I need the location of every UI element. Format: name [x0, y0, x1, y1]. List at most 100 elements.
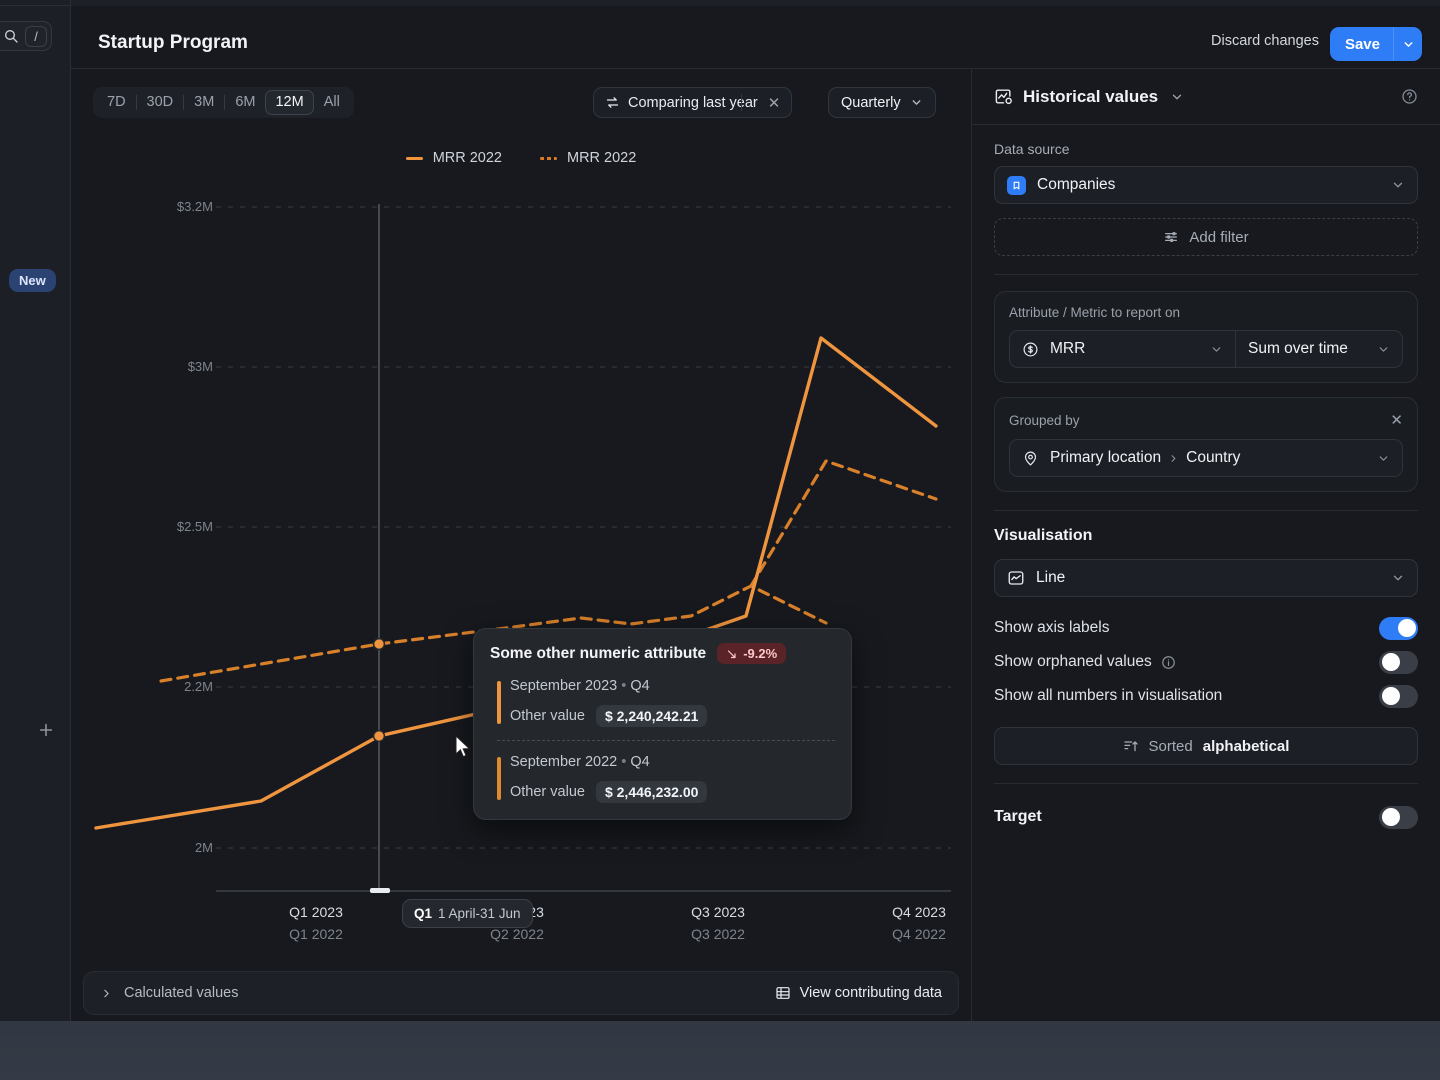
legend-solid-swatch — [406, 157, 423, 160]
calculated-values-bar: Calculated values View contributing data — [83, 971, 959, 1015]
save-button[interactable]: Save — [1330, 27, 1393, 61]
tooltip-value-label: Other value — [510, 708, 585, 724]
toggle-row-axis-labels: Show axis labels — [994, 611, 1418, 645]
mouse-cursor — [455, 735, 472, 759]
attribute-select[interactable]: MRR — [1009, 330, 1235, 368]
tooltip-date-current: September 2023 • Q4 — [510, 678, 835, 694]
toggle-axis-labels[interactable] — [1379, 617, 1418, 640]
remove-grouping-icon[interactable]: ✕ — [1390, 411, 1403, 429]
search-input[interactable]: / — [0, 21, 52, 51]
hovered-range: 1 April-31 Jun — [438, 906, 521, 921]
chevron-down-icon — [910, 96, 923, 109]
comparing-label: Comparing last year — [628, 95, 758, 111]
y-axis-label-1: $3M — [143, 359, 213, 374]
close-icon[interactable]: ✕ — [768, 94, 781, 112]
tooltip-title: Some other numeric attribute — [490, 645, 706, 663]
data-source-value: Companies — [1037, 176, 1115, 194]
compare-arrows-icon — [605, 95, 620, 110]
chevron-down-icon[interactable] — [1170, 90, 1184, 104]
add-icon[interactable] — [38, 722, 54, 738]
tooltip-period-text: Q4 — [630, 678, 649, 694]
save-options-button[interactable] — [1393, 27, 1422, 61]
x-axis-year-current: Q3 2023 — [643, 904, 793, 920]
data-source-label: Data source — [994, 141, 1418, 157]
granularity-select[interactable]: Quarterly — [828, 87, 936, 118]
grouped-by-value: Primary location — [1050, 449, 1161, 467]
panel-header: Historical values — [972, 69, 1440, 125]
legend-label-solid: MRR 2022 — [433, 150, 502, 166]
hovered-quarter: Q1 — [414, 906, 432, 921]
range-option-30d[interactable]: 30D — [137, 90, 184, 115]
tooltip-header: Some other numeric attribute -9.2% — [490, 643, 835, 664]
y-axis-label-3: 2.2M — [143, 679, 213, 694]
toggle-label-all-numbers: Show all numbers in visualisation — [994, 687, 1222, 705]
window-header: Startup Program Discard changes Save — [71, 6, 1440, 69]
toggle-knob — [1382, 808, 1400, 826]
view-contributing-data-button[interactable]: View contributing data — [775, 985, 942, 1001]
range-option-12m[interactable]: 12M — [265, 90, 313, 115]
divider — [994, 510, 1418, 511]
hovered-period-badge: Q1 1 April-31 Jun — [402, 899, 533, 928]
tooltip-value-line: Other value $ 2,446,232.00 — [510, 781, 835, 803]
chevron-down-icon — [1391, 178, 1405, 192]
x-axis-year-compare: Q1 2022 — [241, 926, 391, 942]
attribute-metric-row: MRR Sum over time — [1009, 330, 1403, 368]
tooltip-value: $ 2,446,232.00 — [596, 781, 707, 803]
attribute-metric-card: Attribute / Metric to report on MRR Sum … — [994, 291, 1418, 383]
toggle-orphaned-values[interactable] — [1379, 651, 1418, 674]
grouped-by-select[interactable]: Primary location Country — [1009, 439, 1403, 477]
location-pin-icon — [1022, 450, 1039, 467]
separator-dot: • — [621, 678, 626, 694]
add-filter-label: Add filter — [1189, 229, 1248, 246]
toggle-knob — [1398, 619, 1416, 637]
tooltip-delta-badge: -9.2% — [717, 643, 786, 664]
y-axis-label-0: $3.2M — [143, 199, 213, 214]
x-axis-year-compare: Q2 2022 — [442, 926, 592, 942]
tooltip-row-compare: September 2022 • Q4 Other value $ 2,446,… — [490, 754, 835, 803]
app-root: / New Startup Program Discard changes Sa… — [0, 0, 1440, 1080]
info-icon[interactable] — [1161, 655, 1176, 670]
tooltip-value-label: Other value — [510, 784, 585, 800]
aggregation-select[interactable]: Sum over time — [1235, 330, 1403, 368]
target-row: Target — [994, 800, 1418, 834]
toggle-all-numbers[interactable] — [1379, 685, 1418, 708]
range-option-7d[interactable]: 7D — [97, 90, 136, 115]
chart-area[interactable]: $3.2M $3M $2.5M 2.2M 2M Q1 2023 Q1 2022 … — [71, 186, 971, 956]
range-option-3m[interactable]: 3M — [184, 90, 224, 115]
legend-item-dashed[interactable]: MRR 2022 — [540, 150, 636, 166]
chevron-down-icon — [1210, 343, 1223, 356]
sort-button[interactable]: Sorted alphabetical — [994, 727, 1418, 765]
x-axis-label-q3: Q3 2023 Q3 2022 — [643, 904, 793, 942]
legend-label-dashed: MRR 2022 — [567, 150, 636, 166]
line-chart-icon — [1007, 569, 1025, 587]
visualisation-value: Line — [1036, 569, 1065, 587]
range-option-all[interactable]: All — [314, 90, 350, 115]
calculated-values-label: Calculated values — [124, 985, 238, 1001]
visualisation-title: Visualisation — [994, 527, 1418, 545]
discard-changes-button[interactable]: Discard changes — [1211, 33, 1319, 49]
chart-legend: MRR 2022 MRR 2022 — [71, 150, 971, 166]
range-option-6m[interactable]: 6M — [225, 90, 265, 115]
data-source-select[interactable]: Companies — [994, 166, 1418, 204]
chevron-down-icon — [1402, 38, 1415, 51]
x-axis-year-compare: Q3 2022 — [643, 926, 793, 942]
comparing-last-year-chip[interactable]: Comparing last year ✕ — [593, 87, 792, 118]
new-badge[interactable]: New — [9, 269, 56, 292]
visualisation-select[interactable]: Line — [994, 559, 1418, 597]
toggle-target[interactable] — [1379, 806, 1418, 829]
view-contributing-data-label: View contributing data — [800, 985, 942, 1001]
tooltip-date-compare: September 2022 • Q4 — [510, 754, 835, 770]
tooltip-period-text: Q4 — [630, 754, 649, 770]
y-axis-label-4: 2M — [143, 840, 213, 855]
calculated-values-toggle[interactable]: Calculated values — [100, 985, 238, 1001]
toggle-label-axis-labels: Show axis labels — [994, 619, 1109, 637]
legend-item-solid[interactable]: MRR 2022 — [406, 150, 502, 166]
tooltip-row-current: September 2023 • Q4 Other value $ 2,240,… — [490, 678, 835, 727]
chevron-right-icon — [100, 987, 113, 1000]
help-icon[interactable] — [1401, 88, 1418, 105]
attribute-value: MRR — [1050, 340, 1085, 358]
sort-prefix: Sorted — [1149, 738, 1193, 755]
config-panel: Historical values Data source Companies — [971, 69, 1440, 1021]
divider — [994, 783, 1418, 784]
add-filter-button[interactable]: Add filter — [994, 218, 1418, 256]
